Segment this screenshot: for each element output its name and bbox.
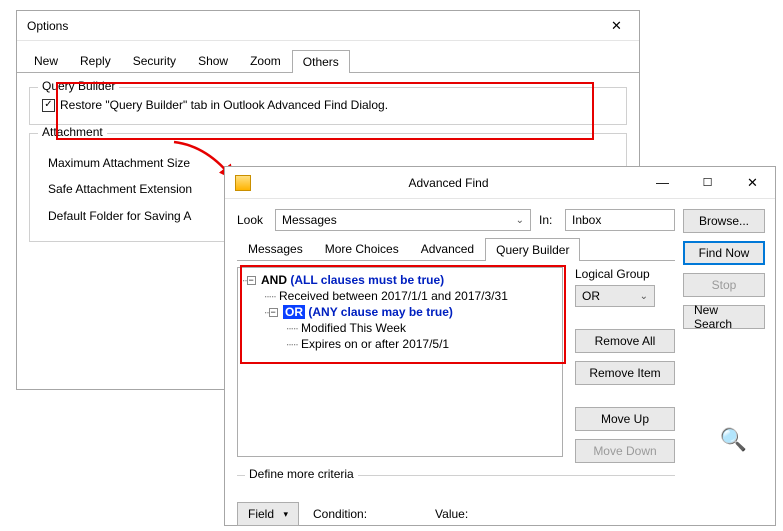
tree-item[interactable]: ∙∙∙∙∙ Received between 2017/1/1 and 2017… [242, 288, 558, 304]
look-value: Messages [282, 213, 337, 227]
define-criteria-row: Field ▾ Condition: Value: [237, 502, 675, 526]
collapse-icon[interactable]: − [269, 308, 278, 317]
define-criteria-fieldset: Define more criteria [237, 475, 675, 492]
collapse-icon[interactable]: − [247, 276, 256, 285]
logical-group-select[interactable]: OR ⌄ [575, 285, 655, 307]
in-value: Inbox [572, 213, 601, 227]
tab-show[interactable]: Show [187, 49, 239, 72]
restore-qb-checkbox-row[interactable]: ✓ Restore "Query Builder" tab in Outlook… [42, 98, 614, 112]
tree-item[interactable]: ∙∙∙∙∙ Modified This Week [242, 320, 558, 336]
look-in-row: Look Messages ⌄ In: Inbox [237, 209, 675, 231]
tab-messages[interactable]: Messages [237, 237, 314, 260]
options-titlebar: Options ✕ [17, 11, 639, 41]
logical-group-label: Logical Group [575, 267, 675, 281]
close-icon[interactable]: ✕ [730, 168, 775, 198]
tree-and-node[interactable]: ∙∙− AND (ALL clauses must be true) [242, 272, 558, 288]
tab-query-builder[interactable]: Query Builder [485, 238, 580, 261]
define-legend: Define more criteria [245, 467, 358, 481]
magnifier-icon: 🔍 [720, 427, 747, 453]
look-select[interactable]: Messages ⌄ [275, 209, 531, 231]
new-search-button[interactable]: New Search [683, 305, 765, 329]
tab-more-choices[interactable]: More Choices [314, 237, 410, 260]
checkbox-icon: ✓ [42, 99, 55, 112]
tree-item[interactable]: ∙∙∙∙∙ Expires on or after 2017/5/1 [242, 336, 558, 352]
remove-all-button[interactable]: Remove All [575, 329, 675, 353]
in-input[interactable]: Inbox [565, 209, 675, 231]
remove-item-button[interactable]: Remove Item [575, 361, 675, 385]
advfind-titlebar: Advanced Find — ☐ ✕ [225, 167, 775, 199]
tab-zoom[interactable]: Zoom [239, 49, 292, 72]
stop-button: Stop [683, 273, 765, 297]
tab-advanced[interactable]: Advanced [410, 237, 485, 260]
find-now-button[interactable]: Find Now [683, 241, 765, 265]
dropdown-arrow-icon: ▾ [283, 509, 288, 520]
restore-qb-label: Restore "Query Builder" tab in Outlook A… [60, 98, 388, 112]
close-icon[interactable]: ✕ [594, 11, 639, 41]
maximize-icon[interactable]: ☐ [685, 168, 730, 198]
query-builder-fieldset: Query Builder ✓ Restore "Query Builder" … [29, 87, 627, 125]
browse-button[interactable]: Browse... [683, 209, 765, 233]
field-button[interactable]: Field ▾ [237, 502, 299, 526]
tree-side-controls: Logical Group OR ⌄ Remove All Remove Ite… [575, 267, 675, 463]
minimize-icon[interactable]: — [640, 168, 685, 198]
move-up-button[interactable]: Move Up [575, 407, 675, 431]
advfind-tabs: MessagesMore ChoicesAdvancedQuery Builde… [237, 237, 675, 261]
tab-reply[interactable]: Reply [69, 49, 122, 72]
app-icon [235, 175, 251, 191]
advanced-find-window: Advanced Find — ☐ ✕ Look Messages ⌄ In: … [224, 166, 776, 526]
tab-security[interactable]: Security [122, 49, 187, 72]
move-down-button: Move Down [575, 439, 675, 463]
tree-or-node[interactable]: ∙∙− OR (ANY clause may be true) [242, 304, 558, 320]
options-title: Options [27, 19, 68, 33]
chevron-down-icon: ⌄ [640, 291, 648, 302]
value-label: Value: [435, 507, 468, 521]
query-builder-legend: Query Builder [38, 79, 119, 93]
chevron-down-icon: ⌄ [516, 215, 524, 226]
advfind-title: Advanced Find [257, 176, 640, 190]
condition-label: Condition: [313, 507, 367, 521]
criteria-tree[interactable]: ∙∙− AND (ALL clauses must be true) ∙∙∙∙∙… [237, 267, 563, 457]
attachment-legend: Attachment [38, 125, 107, 139]
right-button-column: Browse... Find Now Stop New Search [683, 209, 765, 329]
tab-others[interactable]: Others [292, 50, 350, 73]
options-tabs: NewReplySecurityShowZoomOthers [17, 41, 639, 73]
look-label: Look [237, 213, 267, 227]
query-builder-panel: ∙∙− AND (ALL clauses must be true) ∙∙∙∙∙… [237, 267, 675, 463]
in-label: In: [539, 213, 557, 227]
tab-new[interactable]: New [23, 49, 69, 72]
